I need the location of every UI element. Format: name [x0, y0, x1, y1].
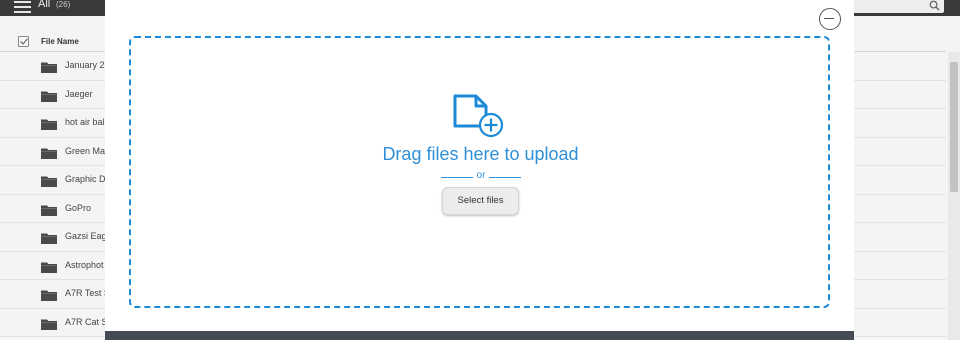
minus-icon: [824, 17, 834, 20]
view-label[interactable]: All: [38, 0, 50, 10]
scrollbar[interactable]: [948, 52, 960, 340]
folder-icon: [41, 262, 57, 273]
folder-icon: [41, 62, 57, 73]
file-name: Jaeger: [65, 88, 93, 99]
folder-icon: [41, 91, 57, 102]
file-name: A7R Cat S: [65, 316, 108, 327]
drop-zone[interactable]: Drag files here to upload or Select file…: [129, 36, 830, 308]
folder-icon: [41, 176, 57, 187]
upload-modal: Drag files here to upload or Select file…: [105, 0, 854, 340]
file-add-icon: [453, 94, 504, 138]
file-name: Graphic De: [65, 174, 111, 184]
modal-footer: [105, 331, 854, 340]
search-icon[interactable]: [929, 0, 940, 11]
folder-icon: [41, 148, 57, 159]
folder-icon: [41, 319, 57, 330]
file-name: Astrophot: [65, 259, 104, 270]
or-label: or: [476, 170, 486, 181]
item-count: (26): [56, 0, 71, 9]
select-all-checkbox[interactable]: [18, 36, 29, 47]
file-name: Green Mac: [65, 145, 110, 156]
folder-icon: [41, 119, 57, 130]
search-input[interactable]: [848, 0, 944, 13]
or-divider: or: [441, 170, 521, 183]
file-name: GoPro: [65, 202, 92, 213]
folder-icon: [41, 290, 57, 301]
drag-instruction: Drag files here to upload: [382, 144, 579, 164]
file-name: January 2: [65, 60, 105, 70]
close-button[interactable]: [819, 8, 841, 30]
file-name: A7R Test S: [65, 288, 110, 298]
select-files-button[interactable]: Select files: [442, 187, 519, 215]
scrollbar-thumb[interactable]: [950, 62, 958, 192]
folder-icon: [41, 233, 57, 244]
file-name: Gazsi Eag: [65, 231, 107, 241]
folder-icon: [41, 205, 57, 216]
menu-icon[interactable]: [14, 1, 31, 13]
file-name: hot air bal: [65, 117, 105, 127]
column-header-filename[interactable]: File Name: [41, 37, 79, 46]
